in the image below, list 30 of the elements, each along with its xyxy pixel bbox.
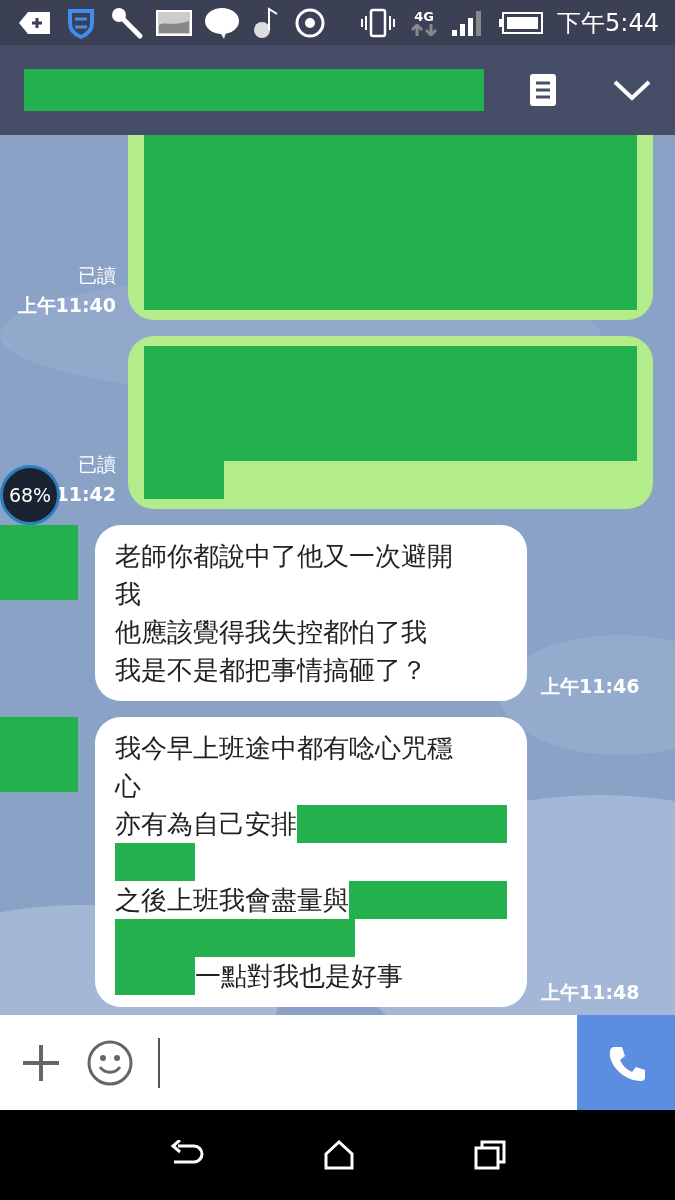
network-type: 4G (414, 9, 434, 24)
tag-plus-icon (18, 9, 52, 36)
message-text: 我今早上班途中都有唸心咒穩 (115, 732, 453, 765)
message-time: 上午11:46 (541, 674, 640, 699)
image-icon (156, 8, 192, 37)
message-time: 上午11:48 (541, 980, 640, 1005)
battery-icon (499, 11, 544, 34)
call-button[interactable] (577, 1015, 675, 1110)
message-text: 心 (115, 770, 141, 803)
recent-apps-icon[interactable] (473, 1140, 506, 1170)
message-text: 之後上班我會盡量與 (115, 884, 349, 917)
message-time: 上午11:40 (17, 293, 116, 318)
home-icon[interactable] (322, 1140, 355, 1170)
record-icon (294, 6, 326, 39)
read-receipt: 已讀 (78, 452, 116, 477)
read-receipt: 已讀 (78, 263, 116, 288)
message-text: 一點對我也是好事 (195, 960, 403, 993)
chat-bubble-icon (204, 5, 240, 40)
notes-icon[interactable] (529, 73, 557, 107)
message-text: 亦有為自己安排 (115, 808, 297, 841)
wrench-icon (110, 5, 144, 40)
vibrate-icon (359, 7, 398, 38)
message-text: 老師你都說中了他又一次避開 (115, 540, 453, 573)
message-text: 我是不是都把事情搞砸了？ (115, 654, 427, 687)
data-arrows-icon (411, 23, 438, 36)
message-text: 我 (115, 578, 141, 611)
chevron-down-icon[interactable] (613, 79, 651, 101)
message-text: 他應該覺得我失控都怕了我 (115, 616, 427, 649)
smiley-icon[interactable] (86, 1038, 134, 1087)
status-time: 下午5:44 (557, 7, 659, 39)
